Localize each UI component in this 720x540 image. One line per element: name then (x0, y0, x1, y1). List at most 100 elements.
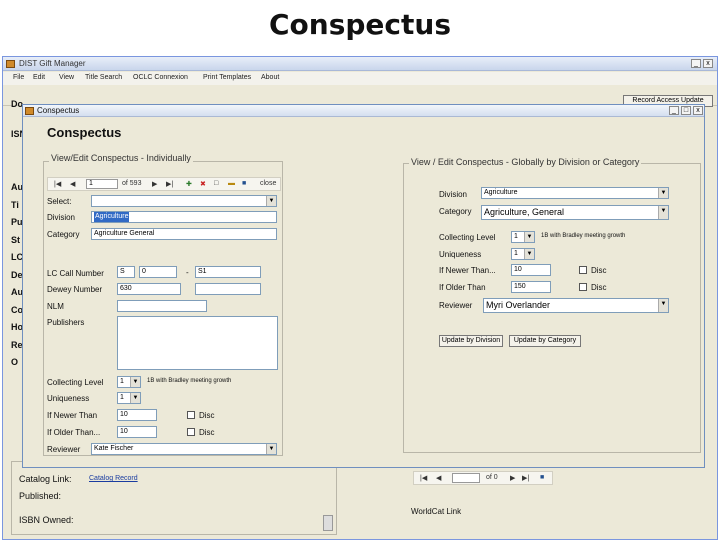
save-icon[interactable]: ■ (540, 474, 544, 481)
catalog-link-label: Catalog Link: (19, 474, 72, 484)
close-icon[interactable]: x (703, 59, 713, 68)
global-reviewer-label: Reviewer (439, 301, 473, 310)
nav-next-icon[interactable]: ▶ (152, 180, 157, 188)
uniqueness-combo[interactable]: 1 ▼ (117, 392, 141, 404)
division-label: Division (47, 213, 76, 222)
back-label-o: O (11, 357, 19, 367)
back-toolbar (3, 86, 717, 106)
menu-view[interactable]: View (59, 74, 74, 81)
update-by-category-button[interactable]: Update by Category (509, 335, 581, 347)
global-division-label: Division (439, 190, 468, 199)
save-icon[interactable]: ■ (242, 180, 246, 187)
menu-title-search[interactable]: Title Search (85, 74, 122, 81)
global-newer-disc-checkbox[interactable] (579, 266, 587, 274)
global-collecting-level-label: Collecting Level (439, 233, 496, 242)
back-window-title: DIST Gift Manager (19, 59, 86, 68)
menu-print-templates[interactable]: Print Templates (203, 74, 251, 81)
lc-from-number-field[interactable]: 0 (139, 266, 177, 278)
back-nav-position[interactable] (452, 473, 480, 483)
isbn-scroll[interactable] (323, 515, 333, 531)
collecting-level-combo[interactable]: 1 ▼ (117, 376, 141, 388)
isbn-owned-label: ISBN Owned: (19, 515, 74, 525)
global-newer-than-label: If Newer Than... (439, 266, 496, 275)
nav-prev-icon[interactable]: ◀ (70, 180, 75, 188)
lc-to-field[interactable]: S1 (195, 266, 261, 278)
global-collecting-level-description: 1B with Bradley meeting growth (541, 233, 626, 239)
publishers-label: Publishers (47, 318, 85, 327)
app-icon (6, 60, 15, 68)
nav-first-icon[interactable]: |◀ (420, 474, 427, 482)
lc-range-dash: - (186, 268, 189, 277)
global-category-combo[interactable]: Agriculture, General ▼ (481, 205, 669, 220)
add-icon[interactable]: ✚ (186, 180, 192, 188)
back-titlebar: DIST Gift Manager _ x (3, 57, 717, 71)
back-label-st: St (11, 235, 20, 245)
global-group-label: View / Edit Conspectus - Globally by Div… (409, 157, 642, 167)
select-label: Select: (47, 197, 72, 206)
newer-than-label: If Newer Than (47, 411, 98, 420)
older-disc-label: Disc (199, 428, 215, 437)
nav-last-icon[interactable]: ▶| (166, 180, 173, 188)
catalog-link[interactable]: Catalog Record (89, 475, 138, 482)
individual-group-label: View/Edit Conspectus - Individually (49, 153, 193, 163)
dialog-minimize-icon[interactable]: _ (669, 106, 679, 115)
older-than-label: If Older Than... (47, 428, 101, 437)
dialog-maximize-icon[interactable]: □ (681, 106, 691, 115)
dialog-close-icon[interactable]: x (693, 106, 703, 115)
collecting-level-description: 1B with Bradley meeting growth (147, 378, 232, 384)
lc-from-letter-field[interactable]: S (117, 266, 135, 278)
collecting-level-label: Collecting Level (47, 378, 104, 387)
older-than-field[interactable]: 10 (117, 426, 157, 438)
new-icon[interactable]: □ (214, 180, 218, 187)
dewey-to-field[interactable] (195, 283, 261, 295)
older-disc-checkbox[interactable] (187, 428, 195, 436)
global-older-disc-checkbox[interactable] (579, 283, 587, 291)
nav-close-button[interactable]: close (260, 180, 276, 187)
nav-prev-icon[interactable]: ◀ (436, 474, 441, 482)
menu-file[interactable]: File (13, 74, 24, 81)
dialog-icon (25, 107, 34, 115)
minimize-icon[interactable]: _ (691, 59, 701, 68)
global-uniqueness-combo[interactable]: 1 ▼ (511, 248, 535, 260)
delete-icon[interactable]: ✖ (200, 180, 206, 188)
menu-edit[interactable]: Edit (33, 74, 45, 81)
newer-disc-label: Disc (199, 411, 215, 420)
global-category-label: Category (439, 207, 472, 216)
nav-last-icon[interactable]: ▶| (522, 474, 529, 482)
back-label-de: De (11, 270, 23, 280)
publishers-textarea[interactable] (117, 316, 278, 370)
dewey-number-label: Dewey Number (47, 285, 103, 294)
reviewer-label: Reviewer (47, 445, 81, 454)
newer-than-field[interactable]: 10 (117, 409, 157, 421)
lc-call-number-label: LC Call Number (47, 269, 104, 278)
global-newer-disc-label: Disc (591, 266, 607, 275)
category-label: Category (47, 230, 80, 239)
menu-oclc-connexion[interactable]: OCLC Connexion (133, 74, 188, 81)
nav-next-icon[interactable]: ▶ (510, 474, 515, 482)
menu-bar: File Edit View Title Search OCLC Connexi… (3, 72, 717, 85)
global-division-combo[interactable]: Agriculture ▼ (481, 187, 669, 199)
division-field[interactable]: Agriculture (91, 211, 277, 223)
newer-disc-checkbox[interactable] (187, 411, 195, 419)
update-by-division-button[interactable]: Update by Division (439, 335, 503, 347)
global-older-than-label: If Older Than (439, 283, 486, 292)
category-field[interactable]: Agriculture General (91, 228, 277, 240)
global-collecting-level-combo[interactable]: 1 ▼ (511, 231, 535, 243)
back-label-pu: Pu (11, 217, 23, 227)
global-older-than-field[interactable]: 150 (511, 281, 551, 293)
back-record-navigator: |◀ ◀ of 0 ▶ ▶| ■ (413, 471, 553, 485)
nav-position[interactable]: 1 (86, 179, 118, 189)
nlm-field[interactable] (117, 300, 207, 312)
global-newer-than-field[interactable]: 10 (511, 264, 551, 276)
nlm-label: NLM (47, 302, 64, 311)
back-label-re: Re (11, 340, 23, 350)
select-combo[interactable]: ▼ (91, 195, 277, 207)
reviewer-combo[interactable]: Kate Fischer ▼ (91, 443, 277, 455)
dewey-from-field[interactable]: 630 (117, 283, 181, 295)
global-reviewer-combo[interactable]: Myri Overlander ▼ (483, 298, 669, 313)
nav-count: of 593 (122, 180, 142, 187)
menu-about[interactable]: About (261, 74, 279, 81)
nav-first-icon[interactable]: |◀ (54, 180, 61, 188)
conspectus-dialog: Conspectus _ □ x Conspectus View/Edit Co… (22, 104, 705, 468)
open-icon[interactable]: ▬ (228, 180, 235, 187)
